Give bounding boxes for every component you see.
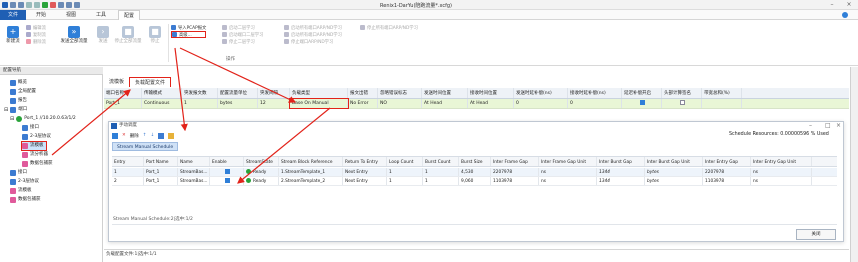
annotation-arrow xyxy=(51,89,131,156)
annotation-arrow xyxy=(174,47,188,132)
annotation-arrow xyxy=(237,107,331,184)
annotation-arrow xyxy=(179,47,297,103)
annotation-arrows xyxy=(51,47,331,184)
